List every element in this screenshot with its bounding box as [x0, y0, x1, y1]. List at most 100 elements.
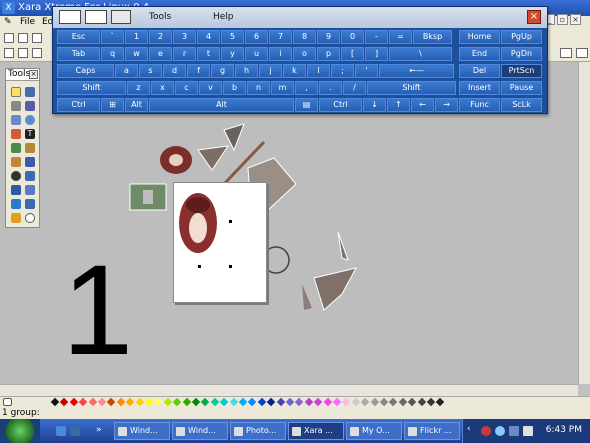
color-swatch[interactable]	[229, 397, 238, 407]
color-swatch[interactable]	[107, 397, 116, 407]
osk-key[interactable]: j	[259, 64, 282, 78]
keyboard-layout-block-icon[interactable]	[85, 10, 107, 24]
color-swatch[interactable]	[389, 397, 398, 407]
color-palette[interactable]	[0, 396, 590, 407]
push-tool-icon[interactable]	[11, 213, 21, 223]
osk-key[interactable]: Shift	[57, 81, 126, 95]
osk-key[interactable]: PrtScn	[501, 64, 542, 78]
color-swatch[interactable]	[313, 397, 323, 407]
color-swatch[interactable]	[116, 397, 126, 407]
osk-key[interactable]: Func	[459, 98, 500, 112]
osk-key[interactable]: 7	[269, 30, 292, 44]
osk-key[interactable]: Ctrl	[319, 98, 362, 112]
osk-key[interactable]: w	[125, 47, 148, 61]
osk-key[interactable]: 6	[245, 30, 268, 44]
osk-key[interactable]: 4	[197, 30, 220, 44]
shadow-tool-icon[interactable]	[11, 157, 21, 167]
osk-key[interactable]: Esc	[57, 30, 100, 44]
osk-key[interactable]: h	[235, 64, 258, 78]
osk-key[interactable]: o	[293, 47, 316, 61]
osk-key[interactable]: Bksp	[413, 30, 452, 44]
contour-tool-icon[interactable]	[25, 157, 35, 167]
osk-key[interactable]: Tab	[57, 47, 100, 61]
osk-key[interactable]: `	[101, 30, 124, 44]
vertical-scrollbar[interactable]	[578, 62, 590, 384]
tray-expand-icon[interactable]: ‹	[467, 424, 477, 434]
volume-icon[interactable]	[523, 426, 533, 436]
quick-launch-app-icon[interactable]	[70, 426, 80, 436]
color-swatch[interactable]	[154, 397, 163, 407]
color-swatch[interactable]	[266, 397, 276, 407]
osk-key[interactable]: Home	[459, 30, 500, 44]
keyboard-layout-standard-icon[interactable]	[59, 10, 81, 24]
osk-key[interactable]: Del	[459, 64, 500, 78]
osk-menu-tools[interactable]: Tools	[149, 12, 171, 22]
osk-key[interactable]: n	[247, 81, 270, 95]
grid-icon[interactable]	[4, 48, 14, 58]
color-swatch[interactable]	[342, 397, 351, 407]
osk-key[interactable]: i	[269, 47, 292, 61]
horizontal-scrollbar[interactable]	[0, 384, 578, 396]
osk-key[interactable]: c	[175, 81, 198, 95]
osk-key[interactable]: End	[459, 47, 500, 61]
color-swatch[interactable]	[248, 397, 257, 407]
color-swatch[interactable]	[285, 397, 295, 407]
osk-key[interactable]: b	[223, 81, 246, 95]
color-swatch[interactable]	[78, 397, 88, 407]
maximize-icon[interactable]: ▫	[557, 14, 568, 25]
taskbar-button[interactable]: Wind...	[172, 422, 228, 440]
bevel-tool-icon[interactable]	[25, 171, 35, 181]
color-swatch[interactable]	[436, 397, 445, 407]
osk-key[interactable]: r	[173, 47, 196, 61]
osk-key[interactable]: y	[221, 47, 244, 61]
osk-key[interactable]: k	[283, 64, 306, 78]
color-swatch[interactable]	[351, 397, 361, 407]
osk-key[interactable]: l	[307, 64, 330, 78]
transparency-tool-icon[interactable]	[25, 143, 35, 153]
osk-key[interactable]: PgUp	[501, 30, 542, 44]
color-swatch[interactable]	[407, 397, 417, 407]
osk-key[interactable]: '	[355, 64, 378, 78]
osk-key[interactable]: [	[341, 47, 364, 61]
color-swatch[interactable]	[125, 397, 135, 407]
osk-key[interactable]: f	[187, 64, 210, 78]
color-swatch[interactable]	[60, 397, 69, 407]
color-swatch[interactable]	[50, 397, 60, 407]
osk-key[interactable]: Shift	[367, 81, 456, 95]
osk-key[interactable]: ←—	[379, 64, 454, 78]
zoom-tool-icon[interactable]	[25, 213, 35, 223]
color-swatch[interactable]	[417, 397, 426, 407]
selected-photo[interactable]	[174, 183, 268, 304]
osk-key[interactable]: Alt	[149, 98, 294, 112]
color-swatch[interactable]	[144, 397, 154, 407]
security-icon[interactable]	[481, 426, 491, 436]
text-tool-icon[interactable]: T	[25, 129, 35, 139]
osk-key[interactable]: 2	[149, 30, 172, 44]
quick-launch-desktop-icon[interactable]	[56, 426, 66, 436]
pen-icon[interactable]	[18, 48, 28, 58]
color-swatch[interactable]	[295, 397, 304, 407]
osk-key[interactable]: /	[343, 81, 366, 95]
taskbar-button[interactable]: Wind...	[114, 422, 170, 440]
no-color-icon[interactable]	[3, 398, 12, 406]
new-icon[interactable]	[4, 33, 14, 43]
osk-key[interactable]: ↓	[363, 98, 386, 112]
osk-key[interactable]: ←	[411, 98, 434, 112]
color-swatch[interactable]	[238, 397, 248, 407]
taskbar-button[interactable]: Xara ...	[288, 422, 344, 440]
osk-key[interactable]: t	[197, 47, 220, 61]
rectangle-tool-icon[interactable]	[11, 115, 21, 125]
osk-key[interactable]: ScLk	[501, 98, 542, 112]
color-swatch[interactable]	[426, 397, 436, 407]
color-swatch[interactable]	[69, 397, 79, 407]
close-icon[interactable]: ×	[570, 14, 581, 25]
pen-tool-icon[interactable]	[25, 101, 35, 111]
osk-key[interactable]: -	[365, 30, 388, 44]
color-swatch[interactable]	[163, 397, 173, 407]
osk-key[interactable]: d	[163, 64, 186, 78]
osk-key[interactable]: Caps	[57, 64, 114, 78]
color-swatch[interactable]	[257, 397, 267, 407]
osk-key[interactable]: 0	[341, 30, 364, 44]
osk-key[interactable]: q	[101, 47, 124, 61]
osk-key[interactable]: =	[389, 30, 412, 44]
